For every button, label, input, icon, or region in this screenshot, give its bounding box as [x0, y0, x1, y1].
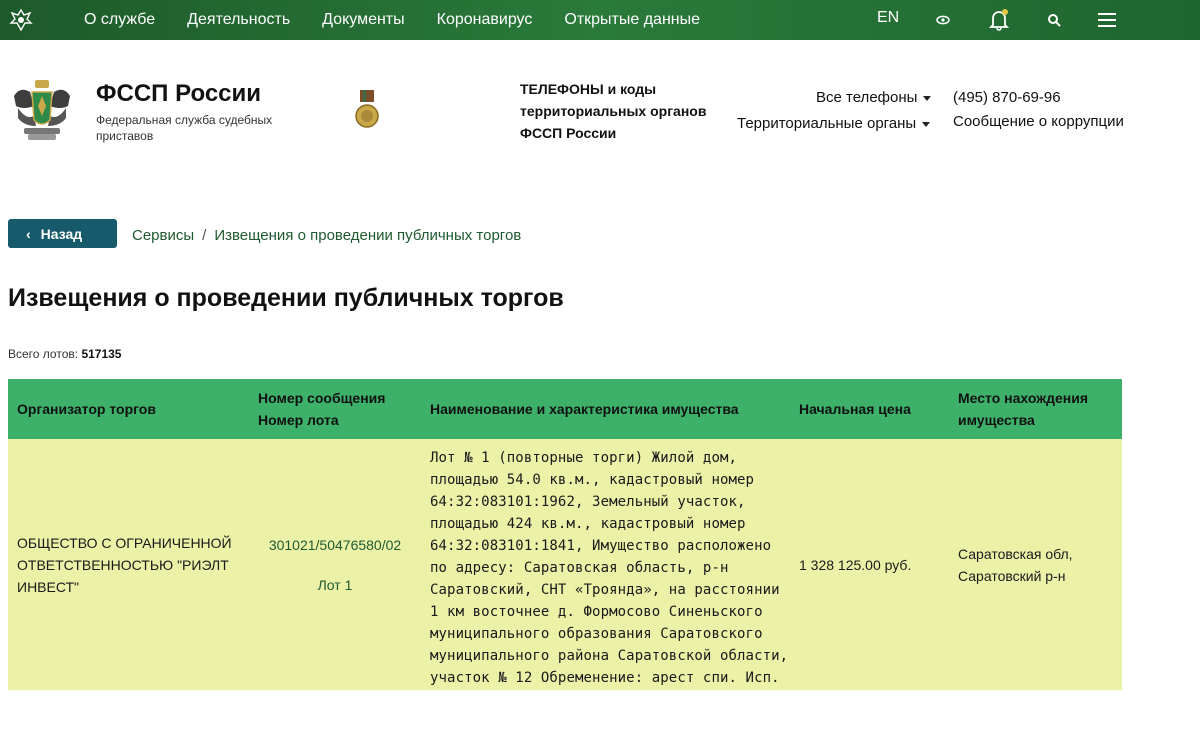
breadcrumb-current: Извещения о проведении публичных торгов: [214, 227, 522, 244]
breadcrumb: Сервисы / Извещения о проведении публичных…: [132, 227, 521, 244]
menu-item-coronavirus[interactable]: Коронавирус: [437, 11, 533, 29]
brand-title[interactable]: ФССП России: [96, 80, 261, 108]
brand-subtitle: Федеральная служба судебных приставов: [96, 113, 273, 143]
total-lots-value: 517135: [81, 347, 122, 361]
page-title: Извещения о проведении публичных торгов: [8, 284, 564, 312]
back-button[interactable]: ‹ Назад: [8, 219, 117, 248]
cell-price: 1 328 125.00 руб.: [799, 557, 912, 573]
medal-icon: [354, 90, 380, 130]
chevron-left-icon: ‹: [26, 225, 31, 242]
phones-title[interactable]: ТЕЛЕФОНЫ и коды территориальных органов …: [520, 78, 720, 144]
message-number-link[interactable]: 301021/50476580/02: [269, 534, 401, 556]
eye-icon[interactable]: [929, 6, 957, 34]
emblem-small-icon[interactable]: [6, 5, 36, 35]
all-phones-dropdown[interactable]: Все телефоны: [816, 89, 932, 106]
back-button-label: Назад: [40, 225, 83, 242]
header-organizer: Организатор торгов: [17, 401, 156, 417]
top-navigation: О службе Деятельность Документы Коронави…: [0, 0, 1200, 40]
breadcrumb-services[interactable]: Сервисы: [132, 227, 194, 244]
territorial-dropdown[interactable]: Территориальные органы: [737, 115, 931, 132]
bell-icon[interactable]: [985, 6, 1013, 34]
cell-location: Саратовская обл, Саратовский р-н: [958, 546, 1073, 584]
language-switch[interactable]: EN: [877, 9, 899, 27]
cell-organizer: ОБЩЕСТВО С ОГРАНИЧЕННОЙ ОТВЕТСТВЕННОСТЬЮ…: [17, 535, 232, 595]
breadcrumb-separator: /: [202, 227, 207, 244]
main-menu: О службе Деятельность Документы Коронави…: [84, 11, 732, 29]
cell-description: Лот № 1 (повторные торги) Жилой дом, пло…: [430, 450, 789, 686]
menu-item-activity[interactable]: Деятельность: [187, 11, 290, 29]
menu-item-open-data[interactable]: Открытые данные: [564, 11, 700, 29]
menu-icon[interactable]: [1093, 6, 1121, 34]
header-price: Начальная цена: [799, 401, 911, 417]
auctions-table: Организатор торгов Номер сообщения Номер…: [8, 379, 1122, 691]
phone-number-link[interactable]: (495) 870-69-96: [953, 89, 1061, 106]
header-description: Наименование и характеристика имущества: [430, 401, 739, 417]
menu-item-about[interactable]: О службе: [84, 11, 155, 29]
lot-number: Лот 1: [317, 577, 353, 593]
table-header: Организатор торгов Номер сообщения Номер…: [8, 379, 1122, 439]
table-row[interactable]: ОБЩЕСТВО С ОГРАНИЧЕННОЙ ОТВЕТСТВЕННОСТЬЮ…: [8, 439, 1122, 691]
menu-item-documents[interactable]: Документы: [322, 11, 404, 29]
fssp-emblem-icon[interactable]: [10, 76, 74, 144]
cell-msg-number: 301021/50476580/02 Лот 1: [249, 439, 421, 691]
corruption-report-link[interactable]: Сообщение о коррупции: [953, 113, 1124, 130]
search-icon[interactable]: [1040, 6, 1068, 34]
header-msg-number: Номер сообщения Номер лота: [258, 390, 386, 428]
total-lots-label: Всего лотов:: [8, 347, 79, 361]
bottom-fade: [0, 690, 1200, 730]
header-location: Место нахождения имущества: [958, 390, 1089, 428]
chevron-down-icon: [923, 95, 932, 101]
total-lots: Всего лотов: 517135: [8, 347, 121, 361]
chevron-down-icon: [922, 121, 931, 127]
site-header: ФССП России Федеральная служба судебных …: [0, 40, 1200, 180]
